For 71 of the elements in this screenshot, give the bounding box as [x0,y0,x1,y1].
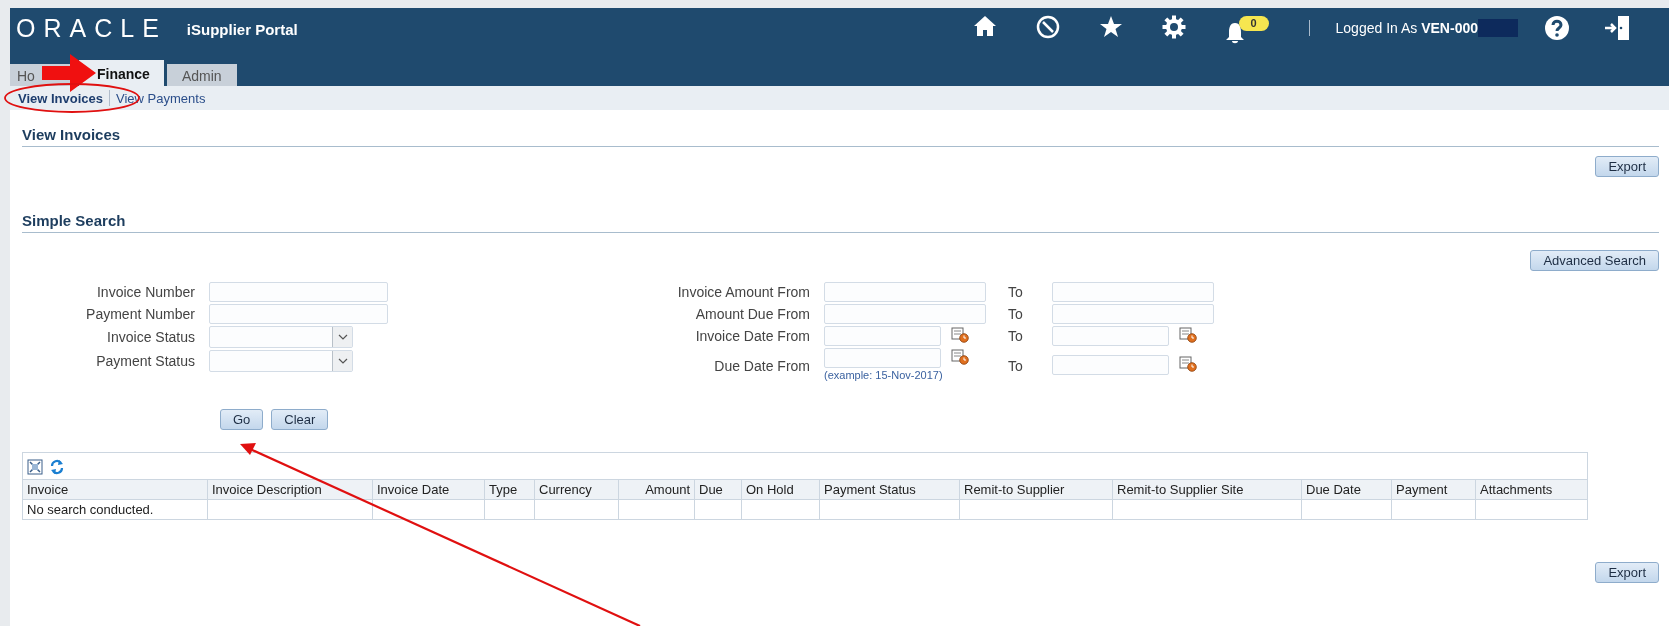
logout-icon[interactable] [1604,15,1630,41]
input-field[interactable] [824,348,941,368]
field-label: Invoice Number [95,284,195,300]
field-label: Invoice Status [106,329,195,345]
hint-text: (example: 15-Nov-2017) [824,369,944,381]
export-button[interactable]: Export [1595,562,1659,583]
column-header[interactable]: Remit-to Supplier Site [1112,479,1301,499]
page-title: View Invoices [22,110,1659,147]
detach-icon[interactable] [27,459,43,475]
clear-button[interactable]: Clear [271,409,329,430]
input-field[interactable] [1052,354,1169,375]
column-header[interactable]: Type [484,479,534,499]
star-icon[interactable] [1098,15,1123,39]
refresh-icon[interactable] [49,459,65,475]
column-header[interactable]: Payment Status [819,479,959,499]
field-label: Payment Status [95,353,195,369]
section-title: Simple Search [22,177,1659,233]
calendar-icon[interactable] [951,349,969,365]
column-header[interactable]: Due [694,479,741,499]
chevron-icon [337,334,348,340]
field-label: To [1008,328,1024,344]
input-field[interactable] [1052,282,1214,302]
field-label: Due Date From [713,358,810,374]
home-icon[interactable] [972,15,997,37]
column-header[interactable]: Invoice [23,479,207,499]
settings-icon[interactable] [1161,15,1186,39]
advanced-search-button[interactable]: Advanced Search [1530,250,1659,271]
dropdown-field[interactable] [209,326,353,348]
chevron-icon [337,358,348,364]
input-field[interactable] [1052,304,1214,324]
export-button[interactable]: Export [1595,156,1659,177]
field-label: Amount Due From [694,306,810,322]
column-header[interactable]: Due Date [1301,479,1391,499]
column-header[interactable]: Invoice Description [207,479,372,499]
dropdown-field[interactable] [209,350,353,372]
field-label: Payment Number [85,306,195,322]
empty-message: No search conducted. [23,499,207,519]
input-field[interactable] [824,304,986,324]
input-field[interactable] [209,282,388,302]
tab[interactable]: Admin [166,64,237,86]
column-header[interactable]: Payment [1391,479,1475,499]
input-field[interactable] [1052,326,1169,346]
compass-icon[interactable] [1035,15,1060,39]
notification-badge: 0 [1238,16,1269,31]
tab[interactable]: Ho [10,64,41,86]
column-header[interactable]: On Hold [741,479,819,499]
logo: ORACLE [16,14,167,43]
input-field[interactable] [824,326,941,346]
column-header[interactable]: Amount [618,479,694,499]
calendar-icon[interactable] [1179,355,1197,372]
redaction-bar [1478,19,1518,37]
user-label: Logged In As VEN-000 [1335,20,1478,36]
help-icon[interactable] [1544,15,1570,41]
calendar-icon[interactable] [951,327,969,343]
column-header[interactable]: Currency [534,479,618,499]
input-field[interactable] [824,282,986,302]
calendar-icon[interactable] [1179,327,1197,343]
subtab-link[interactable]: View Invoices [18,90,104,106]
column-header[interactable]: Attachments [1475,479,1587,499]
field-label: To [1008,358,1024,374]
input-field[interactable] [209,304,388,324]
column-header[interactable]: Invoice Date [372,479,484,499]
column-header[interactable]: Remit-to Supplier [959,479,1112,499]
field-label: To [1008,306,1024,322]
go-button[interactable]: Go [220,409,264,430]
bell-icon[interactable] [1224,22,1245,44]
app-title: iSupplier Portal [186,21,298,38]
field-label: Invoice Amount From [676,284,810,300]
field-label: Invoice Date From [694,328,810,344]
annotation-arrow [42,54,96,92]
field-label: To [1008,284,1024,300]
